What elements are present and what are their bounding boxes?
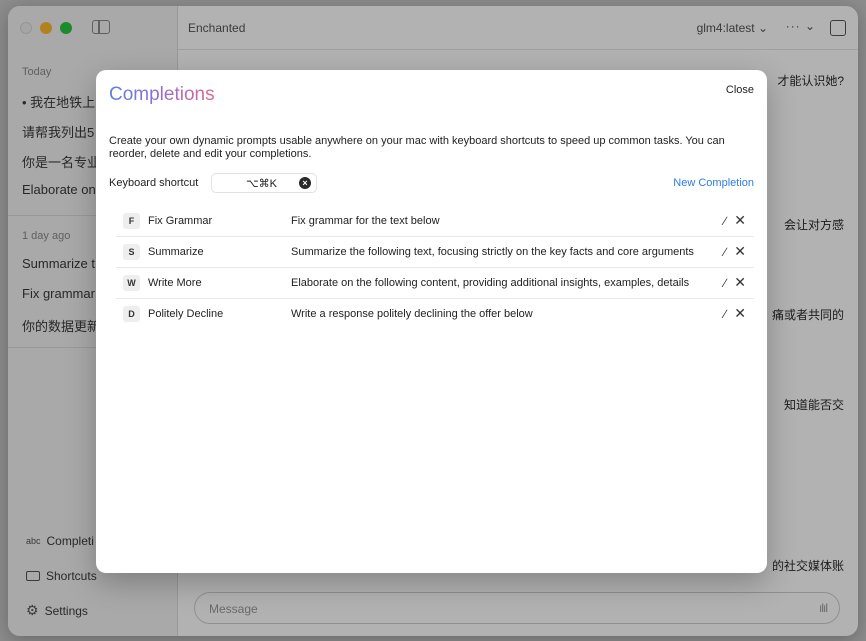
completion-row[interactable]: D Politely Decline Write a response poli…	[116, 299, 754, 330]
edit-icon[interactable]: ∕	[724, 214, 726, 228]
completion-prompt: Elaborate on the following content, prov…	[291, 277, 690, 289]
clear-shortcut-icon[interactable]: ×	[299, 177, 311, 189]
completions-dialog: Completions Close Create your own dynami…	[96, 70, 767, 573]
keyboard-shortcut-label: Keyboard shortcut	[109, 177, 199, 189]
keyboard-shortcut-field[interactable]: ⌥⌘K ×	[211, 173, 317, 193]
completion-prompt: Fix grammar for the text below	[291, 215, 440, 227]
new-completion-button[interactable]: New Completion	[673, 177, 754, 189]
completion-name: Fix Grammar	[148, 215, 213, 227]
completions-list: F Fix Grammar Fix grammar for the text b…	[116, 206, 754, 330]
completion-row[interactable]: W Write More Elaborate on the following …	[116, 268, 754, 299]
completion-key-badge: D	[123, 306, 140, 322]
completion-name: Summarize	[148, 246, 204, 258]
edit-icon[interactable]: ∕	[724, 245, 726, 259]
completion-row[interactable]: S Summarize Summarize the following text…	[116, 237, 754, 268]
close-button[interactable]: Close	[726, 84, 754, 96]
completion-key-badge: F	[123, 213, 140, 229]
completion-name: Politely Decline	[148, 308, 224, 320]
completion-name: Write More	[148, 277, 202, 289]
shortcut-value: ⌥⌘K	[246, 178, 278, 190]
delete-icon[interactable]: ✕	[734, 212, 746, 229]
completion-key-badge: W	[123, 275, 140, 291]
completion-prompt: Summarize the following text, focusing s…	[291, 246, 694, 258]
dialog-description: Create your own dynamic prompts usable a…	[109, 135, 725, 160]
dialog-title: Completions	[109, 84, 215, 105]
completion-key-badge: S	[123, 244, 140, 260]
completion-row[interactable]: F Fix Grammar Fix grammar for the text b…	[116, 206, 754, 237]
edit-icon[interactable]: ∕	[724, 307, 726, 321]
delete-icon[interactable]: ✕	[734, 243, 746, 260]
delete-icon[interactable]: ✕	[734, 274, 746, 291]
edit-icon[interactable]: ∕	[724, 276, 726, 290]
completion-prompt: Write a response politely declining the …	[291, 308, 533, 320]
delete-icon[interactable]: ✕	[734, 305, 746, 322]
